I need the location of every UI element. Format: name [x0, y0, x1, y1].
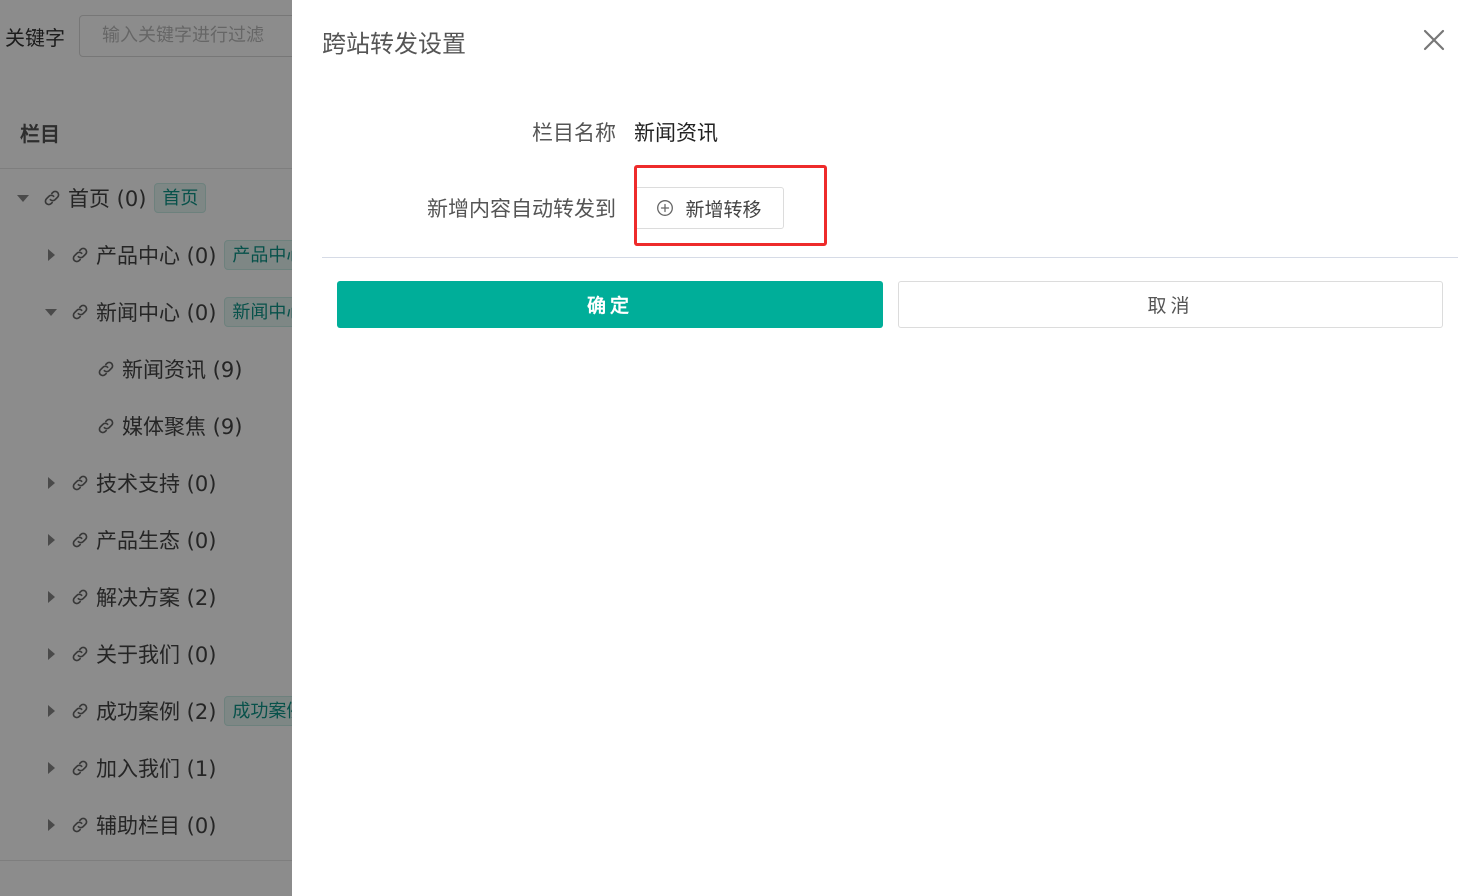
auto-forward-label: 新增内容自动转发到 — [427, 197, 616, 221]
form-row-column-name: 栏目名称 新闻资讯 — [292, 114, 718, 150]
cross-site-forward-drawer: 跨站转发设置 栏目名称 新闻资讯 新增内容自动转发到 新增转移 确定 取消 — [292, 0, 1482, 896]
cancel-button[interactable]: 取消 — [898, 281, 1443, 328]
drawer-divider — [322, 257, 1458, 258]
highlight-annotation-box — [634, 165, 827, 246]
column-name-label: 栏目名称 — [532, 121, 616, 145]
drawer-title: 跨站转发设置 — [322, 30, 466, 58]
confirm-button[interactable]: 确定 — [337, 281, 883, 328]
column-name-value: 新闻资讯 — [634, 121, 718, 145]
close-icon[interactable] — [1420, 26, 1448, 54]
